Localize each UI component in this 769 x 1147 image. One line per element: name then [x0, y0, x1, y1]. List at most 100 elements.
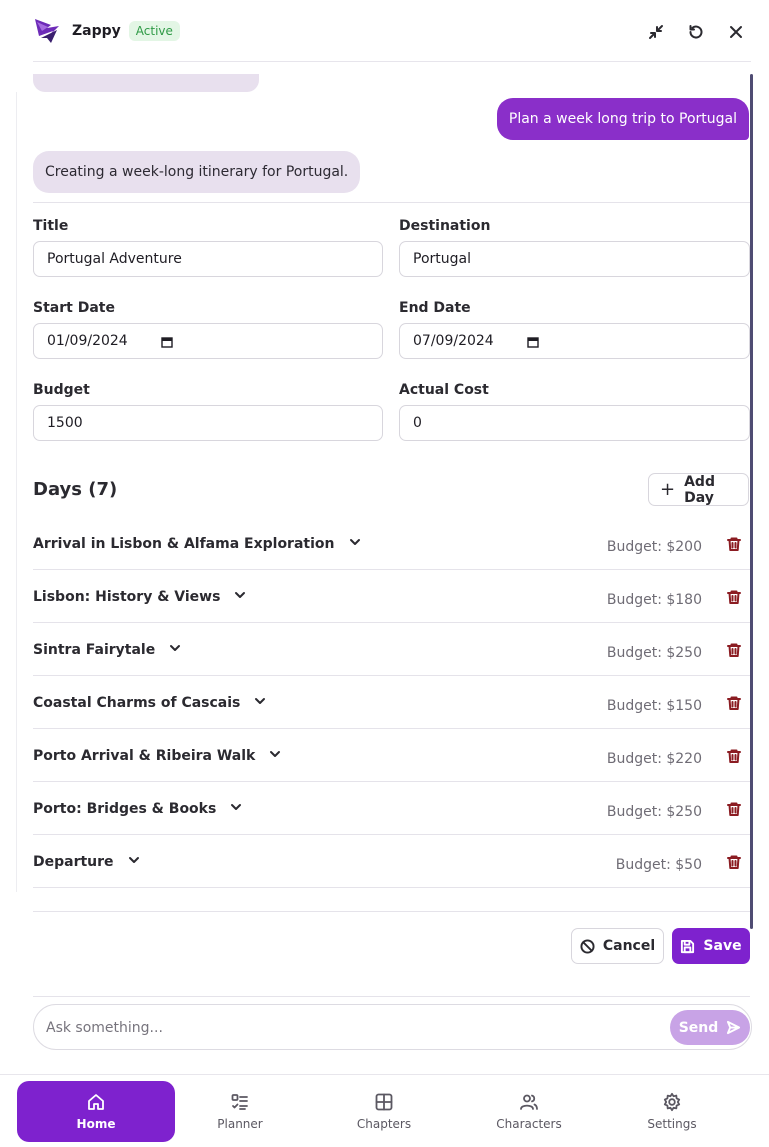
save-button[interactable]: Save	[672, 928, 750, 964]
composer-divider	[33, 996, 750, 997]
trash-icon[interactable]	[726, 748, 742, 764]
day-budget: Budget: $250	[606, 804, 702, 820]
bottom-nav: Home Planner Chapters Characters Setting…	[0, 1074, 769, 1147]
save-label: Save	[703, 938, 742, 954]
actual-cost-label: Actual Cost	[399, 382, 489, 398]
users-icon	[520, 1094, 538, 1110]
previous-message-bubble	[33, 74, 259, 92]
nav-settings-label: Settings	[647, 1117, 697, 1131]
close-button[interactable]	[726, 22, 746, 42]
day-title[interactable]: Departure	[33, 854, 140, 870]
plus-icon: +	[660, 478, 676, 500]
day-title-text: Porto Arrival & Ribeira Walk	[33, 748, 256, 764]
day-title[interactable]: Coastal Charms of Cascais	[33, 695, 266, 711]
destination-field[interactable]: Portugal	[399, 241, 750, 277]
save-icon	[681, 939, 695, 953]
trash-icon[interactable]	[726, 642, 742, 658]
checklist-icon	[231, 1094, 248, 1110]
day-budget: Budget: $150	[606, 698, 702, 714]
day-budget: Budget: $200	[606, 539, 702, 555]
calendar-icon[interactable]	[161, 336, 173, 348]
grid-icon	[375, 1093, 393, 1111]
refresh-icon	[689, 25, 703, 39]
day-budget: Budget: $250	[606, 645, 702, 661]
day-title[interactable]: Porto Arrival & Ribeira Walk	[33, 748, 281, 764]
day-title-text: Lisbon: History & Views	[33, 589, 221, 605]
day-row[interactable]: Coastal Charms of Cascais Budget: $150	[33, 676, 750, 729]
app-header: Zappy Active	[0, 0, 769, 62]
day-row[interactable]: Lisbon: History & Views Budget: $180	[33, 570, 750, 623]
minimize-button[interactable]	[646, 22, 666, 42]
day-row[interactable]: Departure Budget: $50	[33, 835, 750, 888]
end-date-label: End Date	[399, 300, 471, 316]
day-title-text: Arrival in Lisbon & Alfama Exploration	[33, 536, 335, 552]
chevron-down-icon[interactable]	[169, 642, 181, 658]
trash-icon[interactable]	[726, 536, 742, 552]
day-title[interactable]: Sintra Fairytale	[33, 642, 181, 658]
day-budget: Budget: $220	[606, 751, 702, 767]
minimize-icon	[649, 25, 663, 39]
day-title-text: Coastal Charms of Cascais	[33, 695, 241, 711]
scrollbar-thumb[interactable]	[750, 74, 753, 929]
chevron-down-icon[interactable]	[254, 695, 266, 711]
user-message: Plan a week long trip to Portugal	[496, 98, 749, 140]
message-input[interactable]	[46, 1017, 646, 1039]
actual-cost-field[interactable]: 0	[399, 405, 750, 441]
trash-icon[interactable]	[726, 589, 742, 605]
chat-composer: Send	[33, 1004, 752, 1050]
day-title[interactable]: Arrival in Lisbon & Alfama Exploration	[33, 536, 361, 552]
chevron-down-icon[interactable]	[269, 748, 281, 764]
end-date-value: 07/09/2024	[413, 333, 494, 349]
day-title[interactable]: Porto: Bridges & Books	[33, 801, 242, 817]
nav-planner[interactable]: Planner	[200, 1081, 280, 1142]
ban-icon	[580, 938, 595, 954]
message-divider	[33, 202, 750, 203]
actual-cost-value: 0	[413, 415, 422, 431]
budget-field[interactable]: 1500	[33, 405, 383, 441]
send-button[interactable]: Send	[670, 1010, 750, 1045]
refresh-button[interactable]	[686, 22, 706, 42]
day-row[interactable]: Porto: Bridges & Books Budget: $250	[33, 782, 750, 835]
thread-rail	[16, 92, 17, 892]
assistant-message: Creating a week-long itinerary for Portu…	[33, 151, 361, 193]
day-title-text: Porto: Bridges & Books	[33, 801, 217, 817]
day-row[interactable]: Porto Arrival & Ribeira Walk Budget: $220	[33, 729, 750, 782]
nav-chapters[interactable]: Chapters	[344, 1081, 424, 1142]
gear-icon	[663, 1092, 681, 1112]
budget-label: Budget	[33, 382, 90, 398]
nav-home[interactable]: Home	[17, 1081, 175, 1142]
title-field[interactable]: Portugal Adventure	[33, 241, 383, 277]
send-label: Send	[678, 1019, 719, 1036]
home-icon	[88, 1094, 104, 1110]
cancel-button[interactable]: Cancel	[571, 928, 664, 964]
trash-icon[interactable]	[726, 801, 742, 817]
nav-characters-label: Characters	[496, 1117, 562, 1131]
trash-icon[interactable]	[726, 695, 742, 711]
calendar-icon[interactable]	[527, 336, 539, 348]
nav-characters[interactable]: Characters	[488, 1081, 570, 1142]
chevron-down-icon[interactable]	[234, 589, 246, 605]
days-heading: Days (7)	[33, 479, 118, 500]
start-date-field[interactable]: 01/09/2024	[33, 323, 383, 359]
destination-label: Destination	[399, 218, 491, 234]
start-date-label: Start Date	[33, 300, 115, 316]
chevron-down-icon[interactable]	[230, 801, 242, 817]
add-day-button[interactable]: + Add Day	[648, 473, 749, 506]
nav-home-label: Home	[76, 1117, 116, 1131]
trash-icon[interactable]	[726, 854, 742, 870]
day-title-text: Sintra Fairytale	[33, 642, 156, 658]
chevron-down-icon[interactable]	[128, 854, 140, 870]
end-date-field[interactable]: 07/09/2024	[399, 323, 750, 359]
day-title-text: Departure	[33, 854, 114, 870]
send-icon	[727, 1020, 741, 1035]
chat-scroll-area[interactable]: Plan a week long trip to Portugal Creati…	[0, 62, 769, 1074]
nav-settings[interactable]: Settings	[632, 1081, 712, 1142]
chevron-down-icon[interactable]	[349, 536, 361, 552]
day-row[interactable]: Sintra Fairytale Budget: $250	[33, 623, 750, 676]
nav-chapters-label: Chapters	[356, 1117, 412, 1131]
add-day-label: Add Day	[684, 473, 715, 506]
title-label: Title	[33, 218, 69, 234]
day-row[interactable]: Arrival in Lisbon & Alfama Exploration Bu…	[33, 517, 750, 570]
day-title[interactable]: Lisbon: History & Views	[33, 589, 246, 605]
app-name: Zappy	[72, 23, 121, 39]
